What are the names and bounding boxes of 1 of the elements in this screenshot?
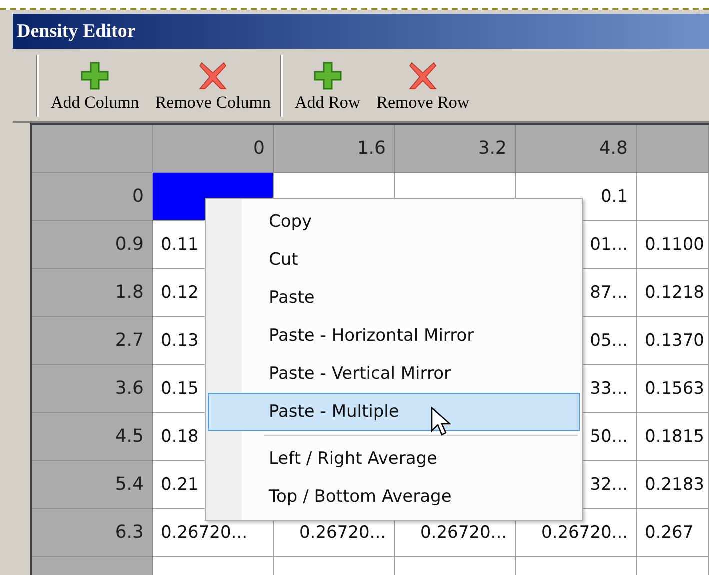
window-title: Density Editor <box>13 14 709 49</box>
